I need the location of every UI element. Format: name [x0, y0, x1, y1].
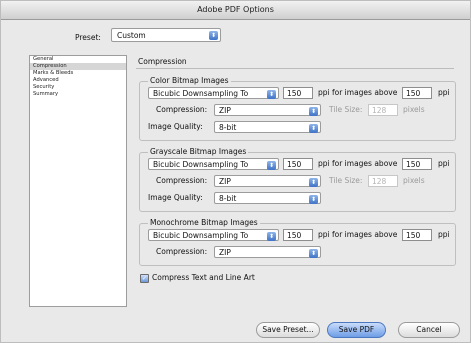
- chevron-updown-icon: ⬍: [309, 178, 318, 187]
- image-quality-label: Image Quality:: [148, 193, 203, 202]
- gray-downsample-dropdown[interactable]: Bicubic Downsampling To ⬍: [148, 158, 279, 170]
- quality-value: 8-bit: [219, 123, 237, 132]
- monochrome-images-group: Monochrome Bitmap Images Bicubic Downsam…: [139, 218, 456, 266]
- save-pdf-button[interactable]: Save PDF: [327, 322, 386, 338]
- color-ppi-input[interactable]: 150: [283, 87, 313, 99]
- compression-value: ZIP: [219, 248, 231, 257]
- chevron-updown-icon: ⬍: [209, 31, 218, 40]
- sidebar-item-summary[interactable]: Summary: [30, 91, 126, 98]
- gray-ppi-input[interactable]: 150: [283, 158, 313, 170]
- gray-tile-input[interactable]: 128: [368, 175, 398, 187]
- quality-row: Image Quality: 8-bit ⬍: [148, 121, 448, 134]
- cancel-button[interactable]: Cancel: [398, 322, 460, 338]
- downsample-value: Bicubic Downsampling To: [153, 89, 249, 98]
- compression-row: Compression: ZIP ⬍ Tile Size: 128 pixels: [148, 104, 448, 117]
- sidebar-item-marks-bleeds[interactable]: Marks & Bleeds: [30, 70, 126, 77]
- pdf-options-window: Adobe PDF Options Preset: Custom ⬍ Gener…: [0, 0, 471, 343]
- ppi-above-label: ppi for images above: [318, 159, 398, 168]
- downsample-value: Bicubic Downsampling To: [153, 160, 249, 169]
- compression-label: Compression:: [156, 176, 208, 185]
- compression-label: Compression:: [156, 247, 208, 256]
- color-downsample-dropdown[interactable]: Bicubic Downsampling To ⬍: [148, 87, 279, 99]
- mono-above-input[interactable]: 150: [402, 229, 432, 241]
- chevron-updown-icon: ⬍: [267, 161, 276, 170]
- mono-compression-dropdown[interactable]: ZIP ⬍: [214, 246, 321, 258]
- color-images-group: Color Bitmap Images Bicubic Downsampling…: [139, 76, 456, 141]
- tile-size-label: Tile Size:: [329, 176, 363, 185]
- color-compression-dropdown[interactable]: ZIP ⬍: [214, 104, 321, 116]
- downsample-row: Bicubic Downsampling To ⬍ 150 ppi for im…: [148, 158, 450, 171]
- ppi-unit: ppi: [438, 230, 450, 239]
- sidebar-item-compression[interactable]: Compression: [30, 63, 126, 70]
- quality-row: Image Quality: 8-bit ⬍: [148, 192, 448, 205]
- color-quality-dropdown[interactable]: 8-bit ⬍: [214, 121, 321, 133]
- ppi-above-label: ppi for images above: [318, 230, 398, 239]
- chevron-updown-icon: ⬍: [267, 232, 276, 241]
- compress-text-checkbox[interactable]: ✓ Compress Text and Line Art: [140, 273, 255, 283]
- gray-quality-dropdown[interactable]: 8-bit ⬍: [214, 192, 321, 204]
- group-title: Monochrome Bitmap Images: [148, 218, 260, 227]
- chevron-updown-icon: ⬍: [309, 107, 318, 116]
- downsample-value: Bicubic Downsampling To: [153, 231, 249, 240]
- downsample-row: Bicubic Downsampling To ⬍ 150 ppi for im…: [148, 87, 450, 100]
- tile-unit: pixels: [403, 105, 425, 114]
- tile-size-label: Tile Size:: [329, 105, 363, 114]
- ppi-above-label: ppi for images above: [318, 88, 398, 97]
- divider: [136, 68, 454, 69]
- chevron-updown-icon: ⬍: [309, 124, 318, 133]
- preset-dropdown[interactable]: Custom ⬍: [111, 28, 221, 42]
- sidebar-item-advanced[interactable]: Advanced: [30, 77, 126, 84]
- color-tile-input[interactable]: 128: [368, 104, 398, 116]
- compression-row: Compression: ZIP ⬍: [148, 246, 448, 259]
- save-preset-button[interactable]: Save Preset...: [256, 322, 320, 338]
- compression-label: Compression:: [156, 105, 208, 114]
- chevron-updown-icon: ⬍: [309, 249, 318, 258]
- image-quality-label: Image Quality:: [148, 122, 203, 131]
- page-title: Compression: [138, 57, 187, 66]
- chevron-updown-icon: ⬍: [309, 195, 318, 204]
- color-above-input[interactable]: 150: [402, 87, 432, 99]
- compression-row: Compression: ZIP ⬍ Tile Size: 128 pixels: [148, 175, 448, 188]
- window-title: Adobe PDF Options: [1, 1, 470, 20]
- grayscale-images-group: Grayscale Bitmap Images Bicubic Downsamp…: [139, 147, 456, 212]
- tile-unit: pixels: [403, 176, 425, 185]
- chevron-updown-icon: ⬍: [267, 90, 276, 99]
- compression-value: ZIP: [219, 106, 231, 115]
- downsample-row: Bicubic Downsampling To ⬍ 150 ppi for im…: [148, 229, 450, 242]
- preset-label: Preset:: [75, 33, 101, 42]
- sidebar: General Compression Marks & Bleeds Advan…: [29, 55, 127, 307]
- group-title: Color Bitmap Images: [148, 76, 231, 85]
- group-title: Grayscale Bitmap Images: [148, 147, 249, 156]
- compress-text-label: Compress Text and Line Art: [152, 273, 255, 282]
- sidebar-item-general[interactable]: General: [30, 56, 126, 63]
- ppi-unit: ppi: [438, 159, 450, 168]
- gray-above-input[interactable]: 150: [402, 158, 432, 170]
- sidebar-item-security[interactable]: Security: [30, 84, 126, 91]
- preset-value: Custom: [117, 31, 146, 40]
- compression-value: ZIP: [219, 177, 231, 186]
- ppi-unit: ppi: [438, 88, 450, 97]
- quality-value: 8-bit: [219, 194, 237, 203]
- mono-ppi-input[interactable]: 150: [283, 229, 313, 241]
- mono-downsample-dropdown[interactable]: Bicubic Downsampling To ⬍: [148, 229, 279, 241]
- checkmark-icon: ✓: [140, 273, 149, 283]
- gray-compression-dropdown[interactable]: ZIP ⬍: [214, 175, 321, 187]
